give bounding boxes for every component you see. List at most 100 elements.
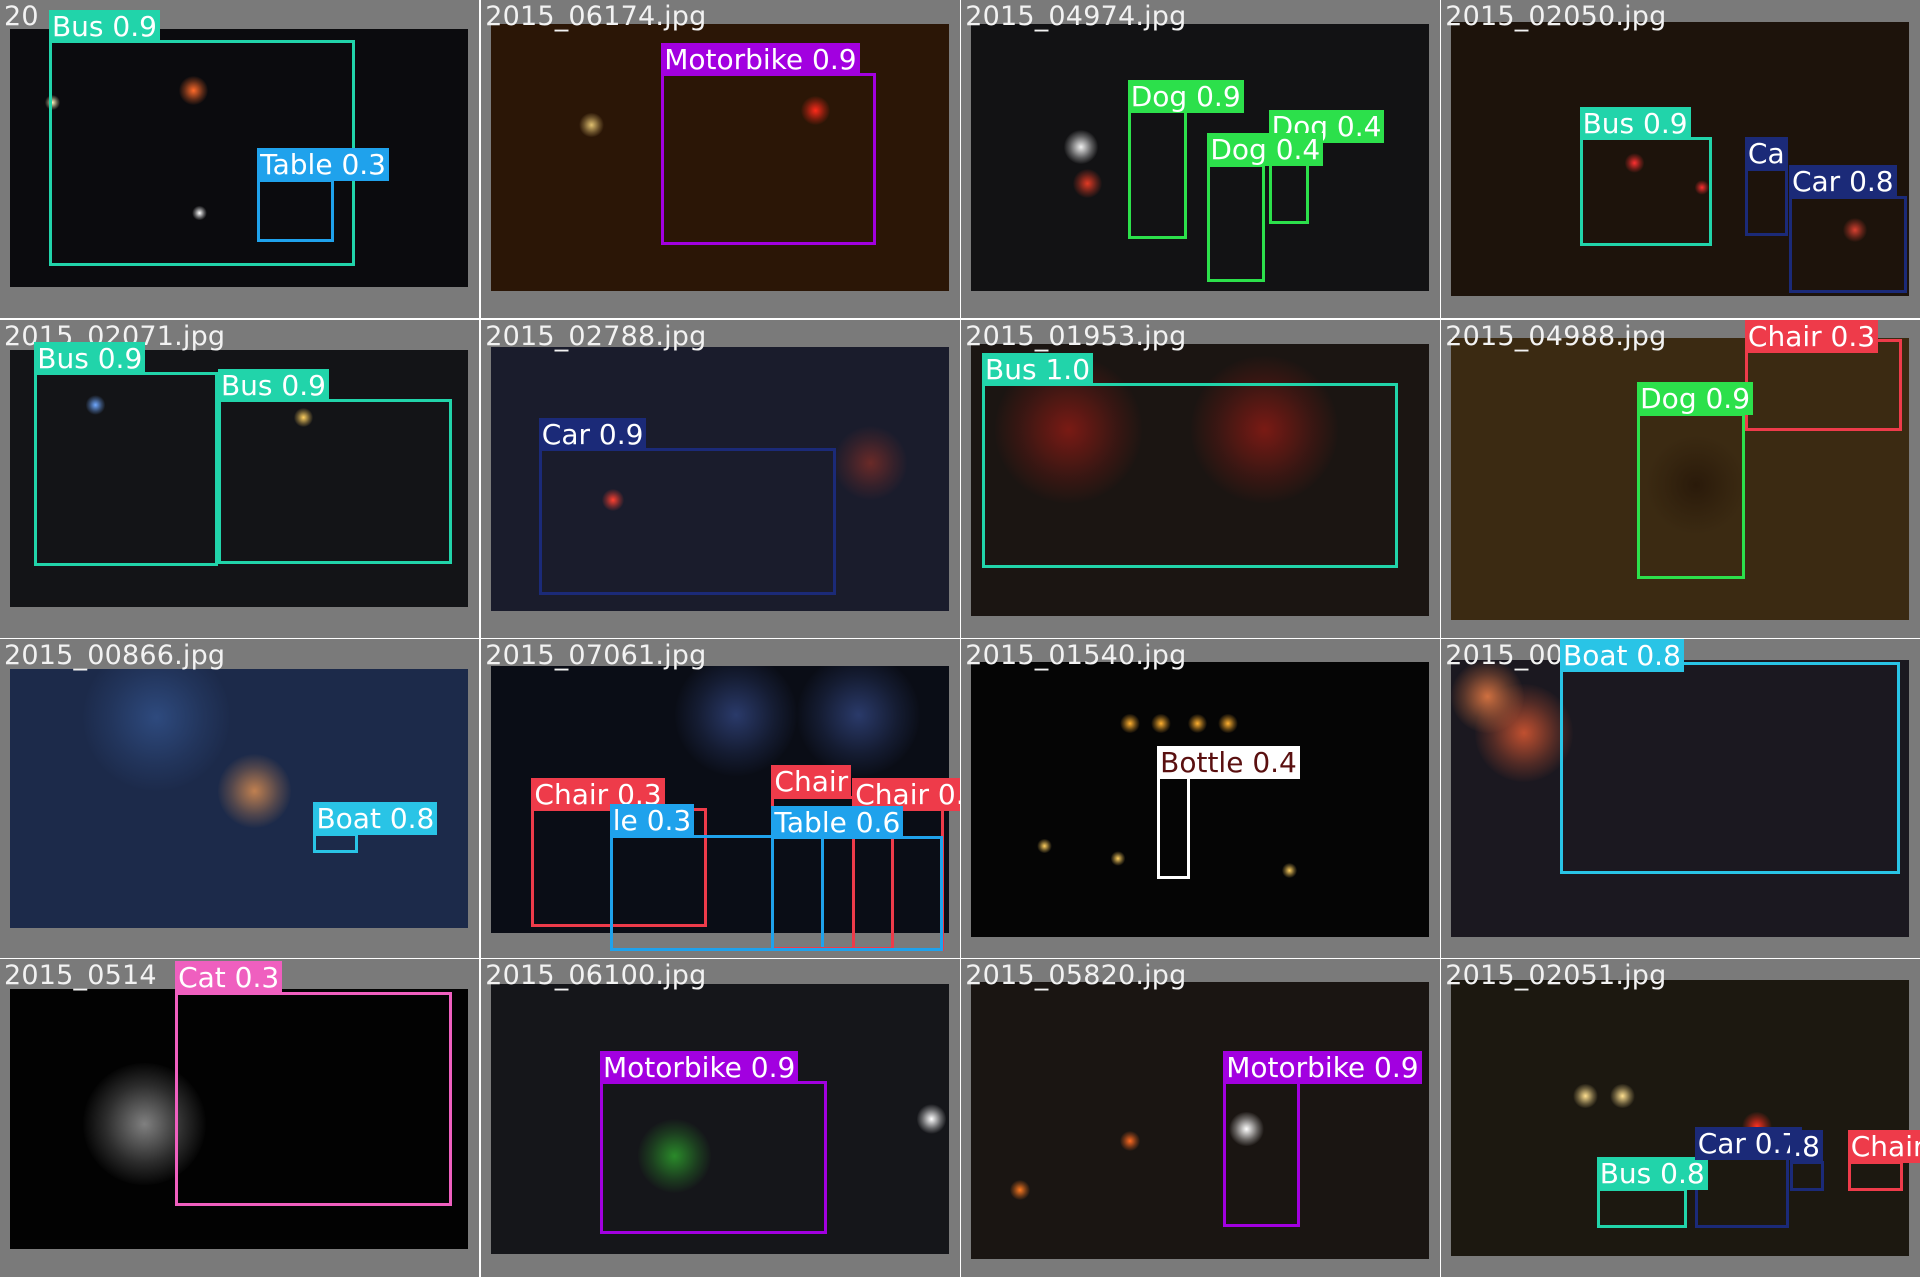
motorbike-detection-label: Motorbike 0.9 [661, 42, 860, 76]
motorbike-bounding-box [599, 1081, 827, 1235]
scene-highlight [1187, 713, 1208, 734]
file-name-label: 20 [4, 1, 39, 32]
scene-highlight [1072, 168, 1102, 199]
scene-highlight [833, 426, 908, 500]
image-tile: 2015_02051.jpg Bus 0.8Car 0.7.8 Chair 0.3 [1441, 958, 1920, 1278]
car-bounding-box [1788, 195, 1907, 293]
dog-detection-label: Dog 0.4 [1207, 133, 1324, 167]
scene-highlight [1218, 713, 1238, 734]
file-name-label: 2015_00866.jpg [4, 640, 226, 672]
bus-bounding-box [1579, 137, 1712, 247]
file-name-label: 2015_01540.jpg [965, 640, 1187, 672]
boat-detection-label: Boat 0.8 [313, 802, 438, 836]
file-name-label: 2015_05820.jpg [965, 959, 1187, 991]
image-tile: 2015_0514 Cat 0.3 [0, 958, 479, 1278]
car-bounding-box [1790, 1160, 1825, 1192]
image-tile: 2015_01953.jpg Bus 1.0 [961, 319, 1440, 638]
detection-results-grid: 20 Bus 0.9 Table 0.3 2015_06174.jpg Motorbik… [0, 0, 1920, 1280]
file-name-label: 2015_02051.jpg [1445, 959, 1667, 991]
scene-highlight [1120, 1131, 1140, 1151]
car-detection-label: Car 0.9 [538, 417, 647, 451]
chair-bounding-box [1847, 1160, 1903, 1192]
dog-detection-label: Dog 0.9 [1637, 382, 1754, 416]
chair-detection-label: Chair [771, 765, 852, 799]
scene-highlight [1037, 838, 1052, 854]
image-tile: 2015_00 Boat 0.8 [1441, 639, 1920, 958]
bus-detection-label: Bus 0.8 [1596, 1157, 1708, 1191]
image-tile: 2015_04974.jpg Dog 0.9 Dog 0.4 Dog 0.4 [961, 0, 1440, 319]
dog-bounding-box [1637, 412, 1745, 580]
scene-highlight [797, 666, 920, 777]
cat-detection-label: Cat 0.3 [175, 961, 283, 995]
image-tile: 2015_04988.jpg Chair 0.3 Dog 0.9 [1441, 319, 1920, 638]
image-tile: 2015_00866.jpg Boat 0.8 [0, 639, 479, 958]
scene-highlight [1064, 129, 1099, 165]
scene-highlight [1120, 713, 1140, 734]
boat-bounding-box [1559, 662, 1901, 875]
file-name-label: 2015_02050.jpg [1445, 1, 1667, 32]
file-name-label: 2015_07061.jpg [485, 640, 707, 672]
bus-detection-label: Bus 0.9 [217, 368, 329, 402]
bus-detection-label: Bus 0.9 [34, 341, 146, 375]
car-detection-label: Car 0.8 [1788, 165, 1897, 199]
chair-detection-label: Chair 0.3 [1847, 1130, 1920, 1164]
bus-detection-label: Bus 0.9 [1579, 106, 1691, 140]
motorbike-detection-label: Motorbike 0.9 [1223, 1050, 1422, 1084]
motorbike-bounding-box [661, 73, 876, 245]
chair-bounding-box [1744, 339, 1902, 431]
image-tile: 2015_06174.jpg Motorbike 0.9 [481, 0, 960, 319]
photo [9, 668, 468, 929]
scene-highlight [1151, 713, 1171, 734]
cat-bounding-box [175, 991, 452, 1207]
image-tile: 20 Bus 0.9 Table 0.3 [0, 0, 479, 319]
boat-detection-label: Boat 0.8 [1559, 639, 1684, 673]
image-tile: 2015_06100.jpg Motorbike 0.9 [481, 958, 960, 1278]
bottle-bounding-box [1157, 776, 1191, 880]
table-bounding-box [771, 836, 943, 952]
bus-bounding-box [217, 399, 452, 565]
car-detection-label: Car 0.7 [1694, 1126, 1803, 1160]
scene-highlight [1282, 863, 1297, 878]
file-name-label: 2015_01953.jpg [965, 320, 1187, 352]
car-bounding-box [1694, 1157, 1789, 1229]
bus-detection-label: Bus 1.0 [982, 352, 1094, 386]
file-name-label: 2015_00 [1445, 640, 1564, 672]
image-tile: 2015_05820.jpg Motorbike 0.9 [961, 958, 1440, 1278]
dog-bounding-box [1207, 164, 1265, 282]
image-tile: 2015_02050.jpg Bus 0.9 Ca Car 0.8 [1441, 0, 1920, 319]
photo [971, 662, 1429, 937]
car-detection-label: .8 [1790, 1130, 1823, 1164]
chair-detection-label: Chair 0.3 [1744, 319, 1879, 353]
motorbike-bounding-box [1223, 1081, 1301, 1227]
bottle-detection-label: Bottle 0.4 [1157, 745, 1300, 779]
scene-highlight [917, 1104, 947, 1134]
image-tile: 2015_07061.jpg Chair 0.3 le 0.3 Chair Chair … [481, 639, 960, 958]
image-tile: 2015_02071.jpg Bus 0.9 Bus 0.9 [0, 319, 479, 638]
scene-highlight [83, 668, 231, 791]
file-name-label: 2015_04974.jpg [965, 1, 1187, 32]
boat-bounding-box [313, 832, 358, 854]
photo [971, 24, 1429, 292]
file-name-label: 2015_02788.jpg [485, 320, 707, 352]
image-tile: 2015_02788.jpg Car 0.9 [481, 319, 960, 638]
scene-highlight [579, 112, 604, 138]
scene-highlight [1573, 1083, 1598, 1109]
car-bounding-box [1744, 167, 1788, 237]
file-name-label: 2015_0514 [4, 959, 157, 991]
photo [971, 982, 1429, 1259]
table-detection-label: le 0.3 [609, 804, 695, 838]
bus-bounding-box [982, 383, 1399, 569]
motorbike-detection-label: Motorbike 0.9 [599, 1050, 799, 1084]
bus-detection-label: Bus 0.9 [48, 9, 160, 43]
bus-bounding-box [1596, 1187, 1688, 1229]
scene-highlight [217, 754, 292, 828]
file-name-label: 2015_06100.jpg [485, 959, 707, 991]
dog-detection-label: Dog 0.9 [1127, 79, 1244, 113]
scene-highlight [674, 666, 798, 777]
file-name-label: 2015_06174.jpg [485, 1, 707, 32]
bus-bounding-box [34, 372, 218, 566]
table-detection-label: Table 0.6 [771, 805, 904, 839]
file-name-label: 2015_04988.jpg [1445, 320, 1667, 352]
dog-bounding-box [1127, 110, 1187, 239]
table-detection-label: Table 0.3 [257, 148, 389, 182]
